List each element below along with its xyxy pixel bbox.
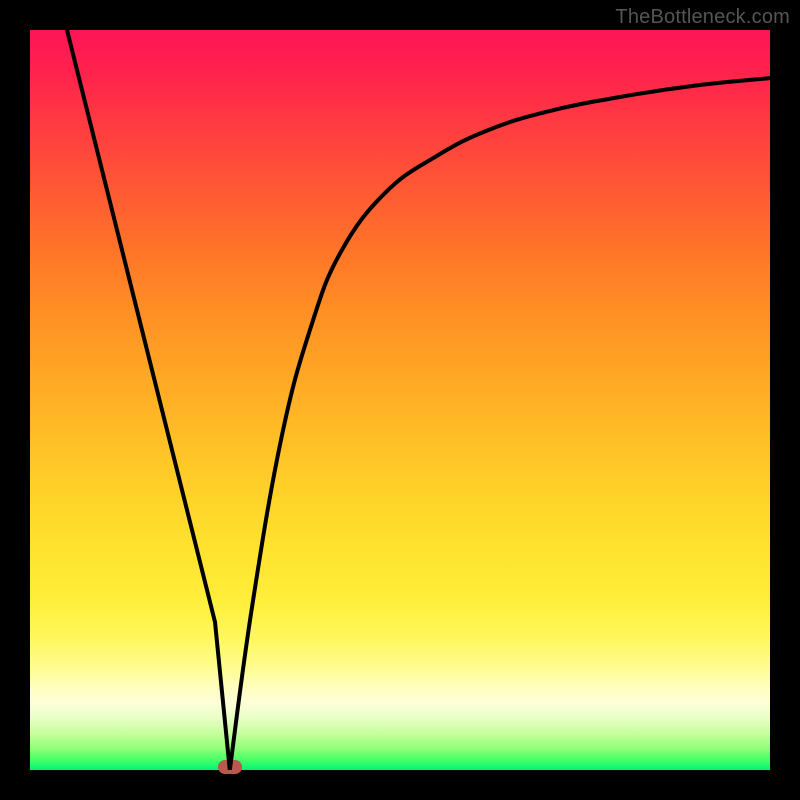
chart-container: TheBottleneck.com <box>0 0 800 800</box>
bottleneck-curve-path <box>67 30 770 770</box>
watermark-label: TheBottleneck.com <box>615 6 790 29</box>
plot-area <box>30 30 770 770</box>
curve-svg <box>30 30 770 770</box>
